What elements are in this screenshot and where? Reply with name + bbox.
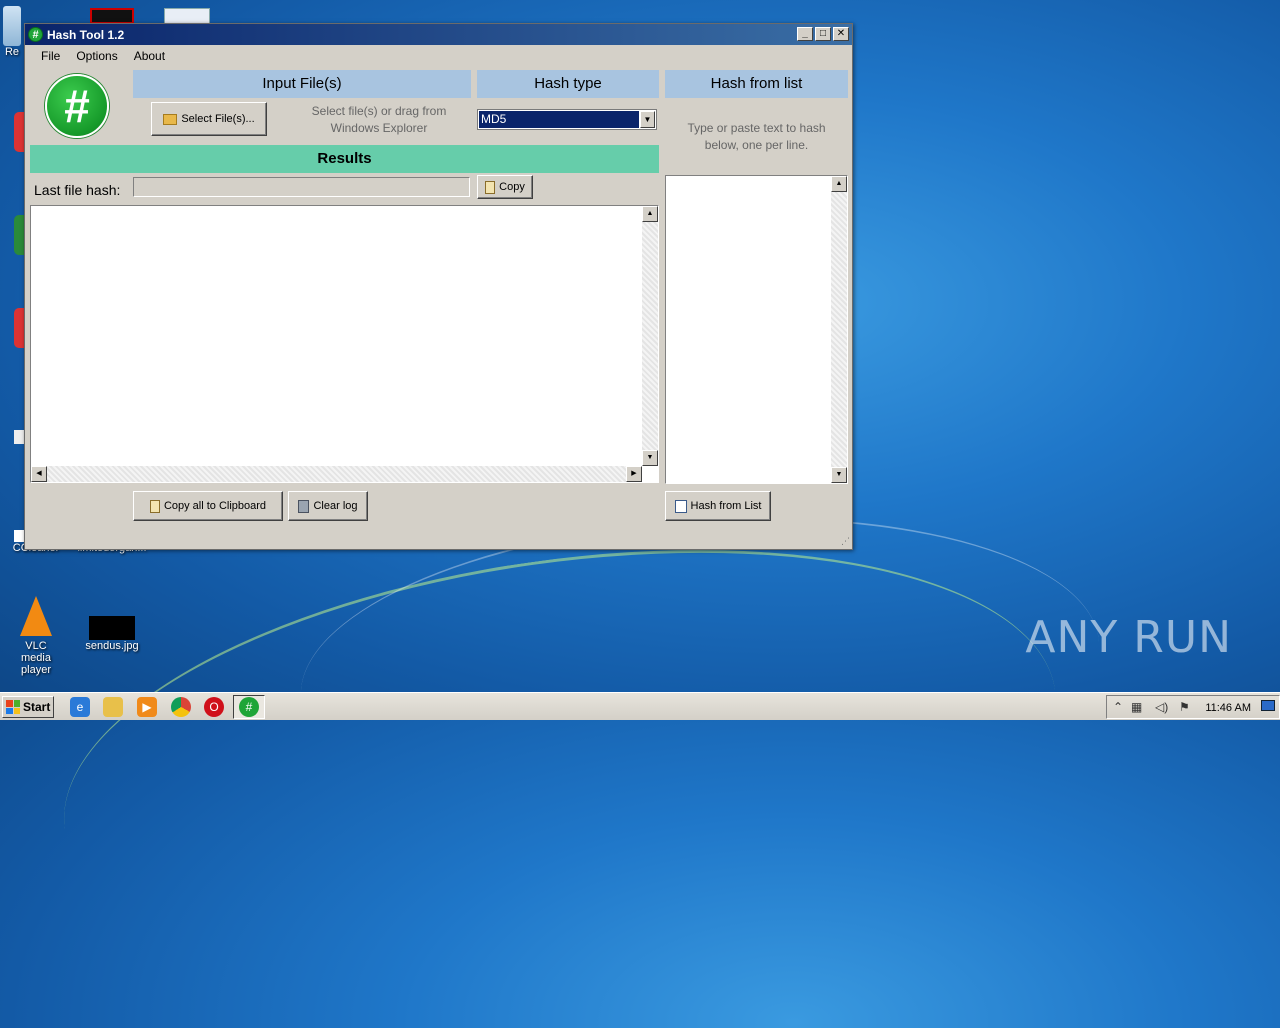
desktop-icon-red[interactable] xyxy=(90,8,134,24)
copy-all-label: Copy all to Clipboard xyxy=(163,500,267,512)
show-desktop-button[interactable] xyxy=(1261,700,1275,711)
watermark-text: ANY RUN xyxy=(1025,612,1232,663)
desktop-icon-partial[interactable] xyxy=(14,215,24,255)
taskbar: Start e ▶ O # ⌃ ▦ ◁) ⚑ 11:46 AM xyxy=(0,692,1280,720)
network-icon[interactable]: ▦ xyxy=(1131,700,1142,714)
desktop-icon-partial[interactable] xyxy=(14,430,24,444)
taskbar-hash-tool-button[interactable]: # xyxy=(233,695,265,719)
hash-app-icon: # xyxy=(239,697,259,717)
hint-line: Type or paste text to hash xyxy=(687,121,826,135)
scroll-down-button[interactable]: ▼ xyxy=(642,450,658,466)
title-bar[interactable]: # Hash Tool 1.2 _ □ ✕ xyxy=(25,24,852,45)
results-horizontal-scrollbar[interactable]: ◀ ▶ xyxy=(31,466,642,482)
hint-line: Windows Explorer xyxy=(330,121,428,135)
internet-explorer-icon[interactable]: e xyxy=(70,697,90,717)
desktop-icon-partial[interactable] xyxy=(14,112,24,152)
hash-from-list-label: Hash from List xyxy=(690,500,762,512)
anyrun-watermark: ANY RUN xyxy=(1025,612,1232,663)
desktop-icon-sendus[interactable]: sendus.jpg xyxy=(84,616,140,652)
last-file-hash-field[interactable] xyxy=(133,177,470,197)
hash-type-select[interactable]: MD5 ▼ xyxy=(477,109,657,130)
hash-app-icon: # xyxy=(28,27,43,42)
desktop-icon-label: sendus.jpg xyxy=(85,640,139,652)
input-files-hint: Select file(s) or drag from Windows Expl… xyxy=(287,103,471,137)
minimize-button[interactable]: _ xyxy=(797,27,813,41)
volume-icon[interactable]: ◁) xyxy=(1155,700,1168,714)
system-tray: ⌃ ▦ ◁) ⚑ 11:46 AM xyxy=(1106,695,1280,719)
start-button[interactable]: Start xyxy=(2,696,54,718)
clear-log-button[interactable]: Clear log xyxy=(288,491,368,521)
hash-type-value: MD5 xyxy=(479,111,639,128)
desktop-icon-recycle-bin[interactable]: Re xyxy=(2,6,22,58)
close-button[interactable]: ✕ xyxy=(833,27,849,41)
chrome-icon[interactable] xyxy=(171,697,191,717)
input-files-header: Input File(s) xyxy=(133,70,471,98)
menu-file[interactable]: File xyxy=(33,49,68,63)
folder-icon xyxy=(163,113,178,125)
opera-icon[interactable]: O xyxy=(204,697,224,717)
scroll-down-button[interactable]: ▼ xyxy=(831,467,847,483)
start-label: Start xyxy=(23,700,51,714)
shortcut-arrow-icon xyxy=(14,530,24,542)
results-header: Results xyxy=(30,145,659,173)
results-vertical-scrollbar[interactable]: ▲ ▼ xyxy=(642,206,658,466)
list-icon xyxy=(674,499,687,513)
media-player-icon[interactable]: ▶ xyxy=(137,697,157,717)
hash-tool-window: # Hash Tool 1.2 _ □ ✕ File Options About… xyxy=(24,23,853,550)
desktop-icon-label: Re xyxy=(4,46,20,58)
last-file-hash-label: Last file hash: xyxy=(34,182,121,198)
select-files-button[interactable]: Select File(s)... xyxy=(151,102,267,136)
scroll-up-button[interactable]: ▲ xyxy=(831,176,847,192)
action-center-flag-icon[interactable]: ⚑ xyxy=(1179,700,1190,714)
show-hidden-icons-icon[interactable]: ⌃ xyxy=(1113,700,1123,714)
select-files-label: Select File(s)... xyxy=(181,113,255,125)
vlc-cone-icon xyxy=(20,596,52,636)
chevron-down-icon[interactable]: ▼ xyxy=(640,111,655,128)
scroll-left-button[interactable]: ◀ xyxy=(31,466,47,482)
scroll-up-button[interactable]: ▲ xyxy=(642,206,658,222)
menu-about[interactable]: About xyxy=(126,49,173,63)
hash-from-list-button[interactable]: Hash from List xyxy=(665,491,771,521)
image-thumbnail-icon xyxy=(89,616,135,640)
hash-logo-icon: # xyxy=(45,74,109,138)
desktop-icon-label: VLC media player xyxy=(21,640,51,676)
clipboard-icon xyxy=(485,180,496,194)
clipboard-icon xyxy=(149,499,160,513)
hash-from-list-header: Hash from list xyxy=(665,70,848,98)
window-title: Hash Tool 1.2 xyxy=(47,27,125,42)
hash-type-header: Hash type xyxy=(477,70,659,98)
hint-line: Select file(s) or drag from xyxy=(311,104,447,118)
scroll-right-button[interactable]: ▶ xyxy=(626,466,642,482)
trash-icon xyxy=(298,499,310,513)
file-explorer-icon[interactable] xyxy=(103,697,123,717)
recycle-bin-icon xyxy=(3,6,21,46)
resize-grip-icon[interactable]: ⋰ xyxy=(841,536,850,547)
hint-line: below, one per line. xyxy=(704,138,809,152)
clock[interactable]: 11:46 AM xyxy=(1205,702,1251,714)
results-log[interactable]: ▲ ▼ ◀ ▶ xyxy=(30,205,659,483)
windows-logo-icon xyxy=(6,700,20,714)
clear-log-label: Clear log xyxy=(313,500,358,512)
desktop-icon-vlc[interactable]: VLC media player xyxy=(6,596,66,676)
copy-all-to-clipboard-button[interactable]: Copy all to Clipboard xyxy=(133,491,283,521)
hash-list-vertical-scrollbar[interactable]: ▲ ▼ xyxy=(831,176,847,483)
hash-list-textarea[interactable]: ▲ ▼ xyxy=(665,175,848,484)
maximize-button[interactable]: □ xyxy=(815,27,831,41)
menu-options[interactable]: Options xyxy=(68,49,125,63)
desktop-icon-document[interactable] xyxy=(164,8,210,24)
copy-label: Copy xyxy=(499,181,525,193)
copy-button[interactable]: Copy xyxy=(477,175,533,199)
hash-from-list-hint: Type or paste text to hash below, one pe… xyxy=(665,120,848,154)
desktop-icon-partial[interactable] xyxy=(14,308,24,348)
menu-bar: File Options About xyxy=(25,45,852,67)
